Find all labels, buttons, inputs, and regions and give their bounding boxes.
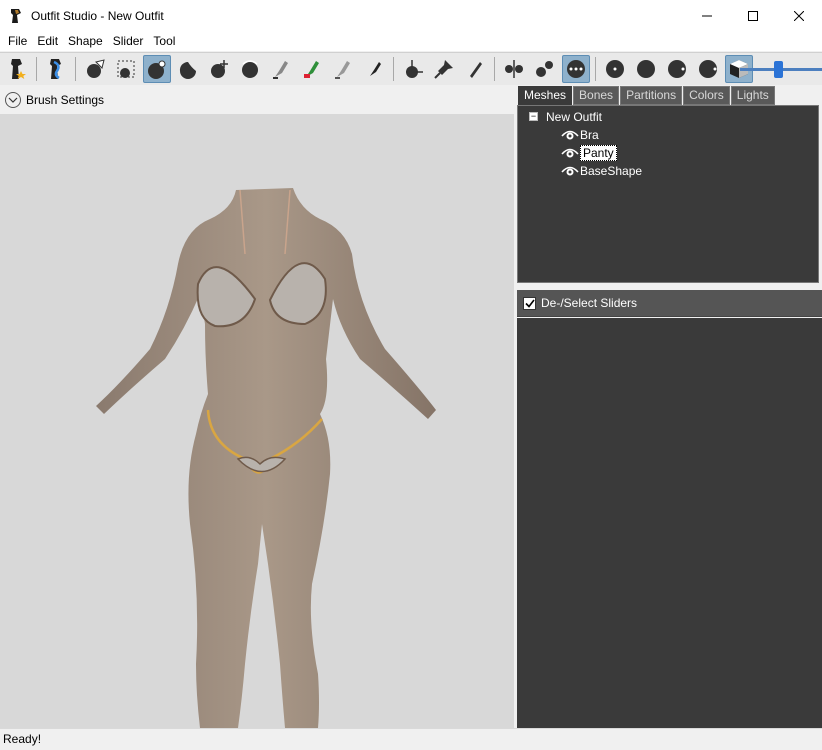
chevron-down-icon[interactable]: [5, 92, 21, 108]
inflate-brush-icon: [148, 60, 166, 79]
load-reference-button[interactable]: [42, 55, 70, 83]
select-brush-icon: [87, 59, 105, 78]
maximize-icon: [748, 10, 758, 21]
menu-shape[interactable]: Shape: [63, 31, 108, 51]
brush-size-2-icon: [637, 60, 655, 78]
x-mirror-button[interactable]: [500, 55, 528, 83]
3d-viewport[interactable]: [0, 114, 514, 728]
connected-only-button[interactable]: [531, 55, 559, 83]
menu-file[interactable]: File: [3, 31, 32, 51]
move-brush-icon: [211, 60, 228, 78]
vertex-mode-icon: [567, 60, 585, 78]
menu-edit[interactable]: Edit: [32, 31, 63, 51]
maximize-button[interactable]: [730, 0, 776, 31]
minimize-button[interactable]: [684, 0, 730, 31]
edit-slider-button[interactable]: [461, 55, 489, 83]
vertex-mode-button[interactable]: [562, 55, 590, 83]
tree-item-panty[interactable]: Panty: [561, 144, 617, 161]
tree-item-label: Bra: [580, 127, 599, 142]
tab-bones[interactable]: Bones: [573, 86, 620, 105]
toolbar: [0, 52, 822, 85]
color-brush-button[interactable]: [329, 55, 357, 83]
pivot-icon: [434, 60, 453, 79]
minimize-icon: [702, 15, 712, 16]
close-icon: [794, 10, 804, 21]
menu-tool[interactable]: Tool: [148, 31, 180, 51]
edit-slider-icon: [470, 62, 482, 78]
sliders-header-label: De-/Select Sliders: [541, 296, 638, 310]
status-text: Ready!: [3, 732, 42, 746]
collapse-icon[interactable]: −: [529, 112, 538, 121]
deflate-brush-icon: [179, 61, 196, 79]
alpha-brush-button[interactable]: [360, 55, 388, 83]
eye-icon[interactable]: [561, 129, 579, 141]
tree-root[interactable]: − New Outfit: [529, 108, 602, 125]
alpha-brush-icon: [370, 62, 381, 76]
eye-icon[interactable]: [561, 147, 579, 159]
weight-brush-icon: [304, 61, 319, 78]
tree-item-label: Panty: [580, 144, 617, 161]
transform-button[interactable]: [399, 55, 427, 83]
smooth-brush-button[interactable]: [236, 55, 264, 83]
toolbar-separator: [494, 57, 495, 81]
tree-item-baseshape[interactable]: BaseShape: [561, 162, 642, 179]
inflate-brush-button[interactable]: [143, 55, 171, 83]
tab-meshes[interactable]: Meshes: [518, 86, 573, 105]
mesh-tree: − New Outfit Bra Panty BaseShape: [517, 105, 819, 283]
move-brush-button[interactable]: [205, 55, 233, 83]
undiff-brush-icon: [273, 61, 288, 79]
brush-size-3-button[interactable]: [663, 55, 691, 83]
mask-select-button[interactable]: [112, 55, 140, 83]
sliders-header[interactable]: De-/Select Sliders: [517, 290, 822, 317]
tab-colors[interactable]: Colors: [683, 86, 730, 105]
brush-size-3-icon: [668, 60, 686, 78]
menu-slider[interactable]: Slider: [108, 31, 149, 51]
toolbar-separator: [75, 57, 76, 81]
tree-root-label: New Outfit: [546, 109, 603, 124]
brush-size-4-button[interactable]: [694, 55, 722, 83]
new-project-icon: [11, 59, 26, 79]
brush-size-4-icon: [699, 60, 717, 78]
checkmark-icon: [524, 299, 535, 308]
brush-settings-header[interactable]: Brush Settings: [0, 86, 514, 114]
menu-bar: File Edit Shape Slider Tool: [0, 31, 822, 51]
toolbar-separator: [393, 57, 394, 81]
window-title: Outfit Studio - New Outfit: [31, 8, 164, 23]
select-brush-button[interactable]: [81, 55, 109, 83]
eye-icon[interactable]: [561, 165, 579, 177]
smooth-brush-icon: [242, 60, 258, 78]
app-logo-icon: [11, 8, 21, 23]
brush-size-1-button[interactable]: [601, 55, 629, 83]
new-project-button[interactable]: [3, 55, 31, 83]
model-preview: [96, 188, 436, 728]
tree-item-label: BaseShape: [580, 163, 643, 178]
load-reference-icon: [50, 59, 61, 80]
brush-settings-label: Brush Settings: [26, 93, 105, 107]
color-brush-icon: [335, 61, 350, 79]
x-mirror-icon: [505, 60, 523, 78]
undiff-brush-button[interactable]: [267, 55, 295, 83]
body-shape: [96, 188, 436, 728]
pivot-button[interactable]: [430, 55, 458, 83]
toolbar-separator: [595, 57, 596, 81]
title-bar: Outfit Studio - New Outfit: [0, 0, 822, 31]
status-bar: Ready!: [0, 728, 822, 750]
connected-only-icon: [536, 61, 553, 77]
weight-brush-button[interactable]: [298, 55, 326, 83]
transform-icon: [406, 60, 423, 78]
right-panel-tabs: Meshes Bones Partitions Colors Lights: [518, 86, 776, 105]
mask-select-icon: [117, 60, 135, 78]
deflate-brush-button[interactable]: [174, 55, 202, 83]
tab-lights[interactable]: Lights: [730, 86, 775, 105]
brush-size-2-button[interactable]: [632, 55, 660, 83]
tree-item-bra[interactable]: Bra: [561, 126, 599, 143]
sliders-list: [517, 318, 822, 728]
zoom-slider-thumb[interactable]: [774, 61, 783, 78]
toolbar-separator: [36, 57, 37, 81]
close-button[interactable]: [776, 0, 822, 31]
tab-partitions[interactable]: Partitions: [620, 86, 683, 105]
brush-size-1-icon: [606, 60, 624, 78]
select-sliders-checkbox[interactable]: [523, 296, 536, 310]
